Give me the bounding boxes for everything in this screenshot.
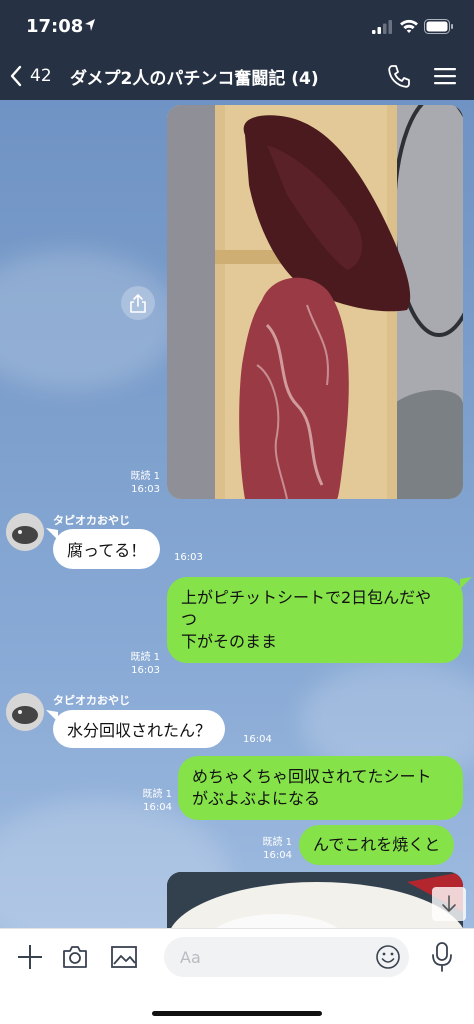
outgoing-message[interactable]: 上がピチットシートで2日包んだや つ 下がそのまま bbox=[167, 577, 463, 663]
read-receipt: 既読 1 bbox=[130, 471, 160, 482]
input-bar bbox=[0, 928, 474, 1024]
chevron-left-icon bbox=[10, 65, 22, 87]
menu-icon[interactable] bbox=[432, 65, 458, 87]
message-text: 水分回収されたん？ bbox=[67, 721, 212, 740]
outgoing-message[interactable]: んでこれを焼くと bbox=[299, 825, 455, 865]
incoming-message[interactable]: 腐ってる！ bbox=[53, 529, 161, 569]
message-meta: 既読 1 16:04 bbox=[132, 788, 172, 814]
message-line: つ bbox=[181, 610, 198, 629]
message-line: んでこれを焼くと bbox=[313, 835, 441, 854]
arrow-down-icon bbox=[442, 895, 456, 912]
message-time: 16:03 bbox=[174, 552, 203, 563]
avatar[interactable] bbox=[6, 693, 44, 731]
emoji-icon[interactable] bbox=[375, 944, 401, 970]
background-cloud bbox=[0, 250, 180, 390]
plus-icon[interactable] bbox=[16, 943, 44, 971]
chat-area[interactable]: 既読 1 16:03 タピオカおやじ 腐ってる！ 16:03 既読 1 16:0… bbox=[0, 100, 474, 928]
unread-count: 42 bbox=[30, 66, 52, 86]
incoming-message[interactable]: 水分回収されたん？ bbox=[53, 710, 226, 748]
share-button[interactable] bbox=[121, 286, 155, 320]
back-button[interactable]: 42 bbox=[8, 61, 52, 91]
wifi-icon bbox=[400, 19, 418, 33]
share-icon bbox=[130, 294, 146, 313]
avatar-image bbox=[6, 513, 44, 551]
message-time: 16:04 bbox=[143, 802, 172, 813]
battery-icon bbox=[424, 19, 453, 34]
message-meta: 既読 1 16:03 bbox=[120, 651, 160, 677]
microphone-icon[interactable] bbox=[430, 941, 454, 973]
message-time: 16:03 bbox=[131, 484, 160, 495]
message-meta: 既読 1 16:04 bbox=[252, 836, 292, 862]
sender-name: タピオカおやじ bbox=[53, 514, 130, 527]
message-input[interactable] bbox=[164, 937, 409, 977]
message-time: 16:04 bbox=[263, 850, 292, 861]
phone-icon[interactable] bbox=[386, 63, 412, 89]
read-receipt: 既読 1 bbox=[130, 652, 160, 663]
message-line: 上がピチットシートで2日包んだや bbox=[181, 588, 432, 607]
outgoing-message[interactable]: めちゃくちゃ回収されてたシート がぶよぶよになる bbox=[178, 756, 463, 820]
avatar[interactable] bbox=[6, 513, 44, 551]
read-receipt: 既読 1 bbox=[262, 837, 292, 848]
message-text: 腐ってる！ bbox=[67, 541, 147, 560]
home-indicator bbox=[152, 1011, 322, 1016]
signal-icon bbox=[372, 20, 392, 34]
status-time: 17:08 bbox=[26, 16, 84, 37]
camera-icon[interactable] bbox=[61, 943, 89, 971]
status-bar: 17:08 bbox=[0, 0, 474, 50]
image-icon[interactable] bbox=[110, 943, 138, 971]
food-photo[interactable] bbox=[167, 872, 463, 928]
message-time: 16:03 bbox=[131, 665, 160, 676]
food-photo-image bbox=[167, 872, 463, 928]
chat-header: 42 ダメプ2人のパチンコ奮闘記 (4) bbox=[0, 50, 474, 100]
message-time: 16:04 bbox=[243, 734, 272, 745]
top-bar: 17:08 42 ダメプ2人のパチンコ奮闘記 (4) bbox=[0, 0, 474, 100]
meat-photo[interactable] bbox=[167, 105, 463, 499]
message-line: めちゃくちゃ回収されてたシート bbox=[192, 767, 432, 786]
location-arrow-icon bbox=[85, 19, 95, 31]
scroll-to-bottom-button[interactable] bbox=[432, 887, 466, 921]
message-line: 下がそのまま bbox=[181, 632, 278, 651]
sender-name: タピオカおやじ bbox=[53, 694, 130, 707]
avatar-image bbox=[6, 693, 44, 731]
read-receipt: 既読 1 bbox=[142, 789, 172, 800]
meat-photo-image bbox=[167, 105, 463, 499]
message-line: がぶよぶよになる bbox=[192, 789, 321, 808]
bubble-tail bbox=[460, 577, 472, 589]
photo-meta: 既読 1 16:03 bbox=[120, 470, 160, 496]
chat-title: ダメプ2人のパチンコ奮闘記 (4) bbox=[70, 69, 319, 89]
